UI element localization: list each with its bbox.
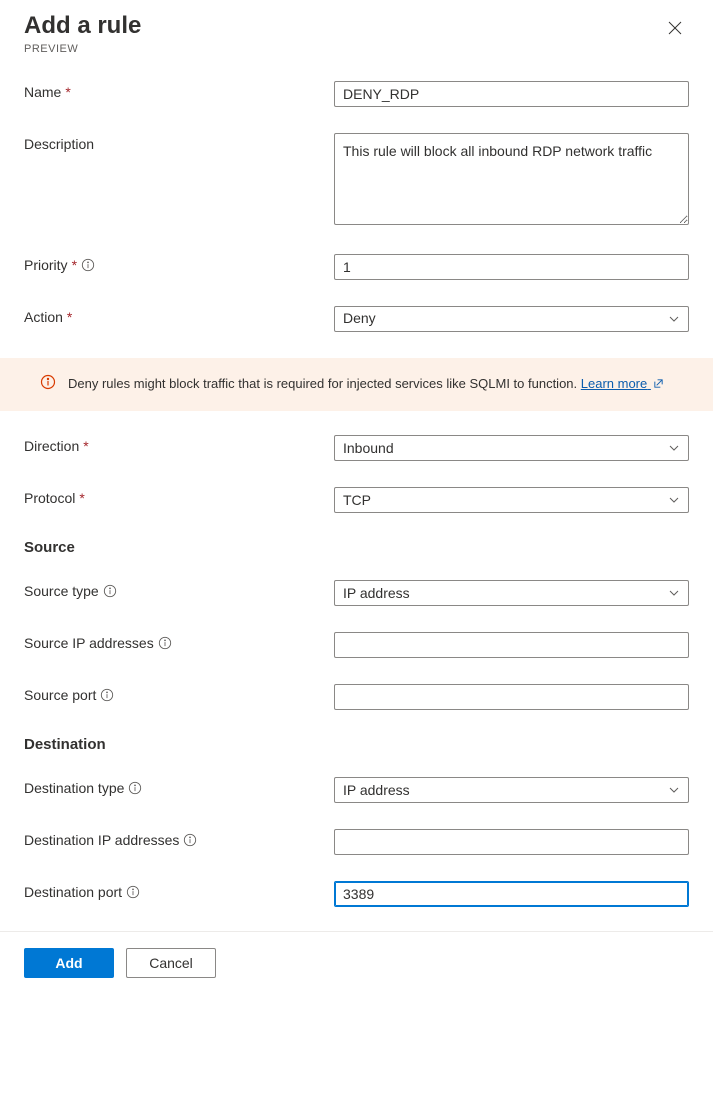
required-indicator: * [72,257,77,273]
panel-title: Add a rule [24,12,141,41]
source-section-heading: Source [24,539,689,556]
source-port-label: Source port [24,687,96,703]
info-icon[interactable] [158,636,172,650]
info-icon[interactable] [128,781,142,795]
direction-value: Inbound [343,439,394,459]
destination-type-label: Destination type [24,780,124,796]
destination-type-value: IP address [343,781,410,801]
required-indicator: * [67,309,72,325]
destination-port-input[interactable] [334,881,689,907]
source-type-select[interactable]: IP address [334,580,689,606]
destination-type-select[interactable]: IP address [334,777,689,803]
required-indicator: * [83,438,88,454]
info-icon[interactable] [103,584,117,598]
destination-section-heading: Destination [24,736,689,753]
source-type-value: IP address [343,584,410,604]
panel-subtitle: PREVIEW [24,43,141,55]
priority-label: Priority [24,257,68,273]
direction-select[interactable]: Inbound [334,435,689,461]
protocol-value: TCP [343,491,371,511]
destination-ip-label: Destination IP addresses [24,832,179,848]
protocol-select[interactable]: TCP [334,487,689,513]
close-button[interactable] [661,14,689,42]
source-port-input[interactable] [334,684,689,710]
destination-ip-input[interactable] [334,829,689,855]
info-icon[interactable] [81,258,95,272]
required-indicator: * [79,490,84,506]
destination-port-label: Destination port [24,884,122,900]
action-value: Deny [343,309,376,329]
name-input[interactable] [334,81,689,107]
action-select[interactable]: Deny [334,306,689,332]
source-ip-input[interactable] [334,632,689,658]
warning-info-icon [40,374,56,390]
learn-more-link[interactable]: Learn more [581,376,664,391]
add-button[interactable]: Add [24,948,114,978]
info-icon[interactable] [100,688,114,702]
description-label: Description [24,136,94,152]
protocol-label: Protocol [24,490,75,506]
chevron-down-icon [668,784,680,796]
chevron-down-icon [668,313,680,325]
chevron-down-icon [668,587,680,599]
name-label: Name [24,84,61,100]
direction-label: Direction [24,438,79,454]
info-icon[interactable] [126,885,140,899]
chevron-down-icon [668,442,680,454]
warning-text: Deny rules might block traffic that is r… [68,376,581,391]
priority-input[interactable] [334,254,689,280]
source-ip-label: Source IP addresses [24,635,154,651]
chevron-down-icon [668,494,680,506]
close-icon [667,20,683,36]
external-link-icon [653,378,664,389]
description-input[interactable] [334,133,689,225]
info-icon[interactable] [183,833,197,847]
required-indicator: * [65,84,70,100]
source-type-label: Source type [24,583,99,599]
action-label: Action [24,309,63,325]
warning-banner: Deny rules might block traffic that is r… [0,358,713,412]
cancel-button[interactable]: Cancel [126,948,216,978]
